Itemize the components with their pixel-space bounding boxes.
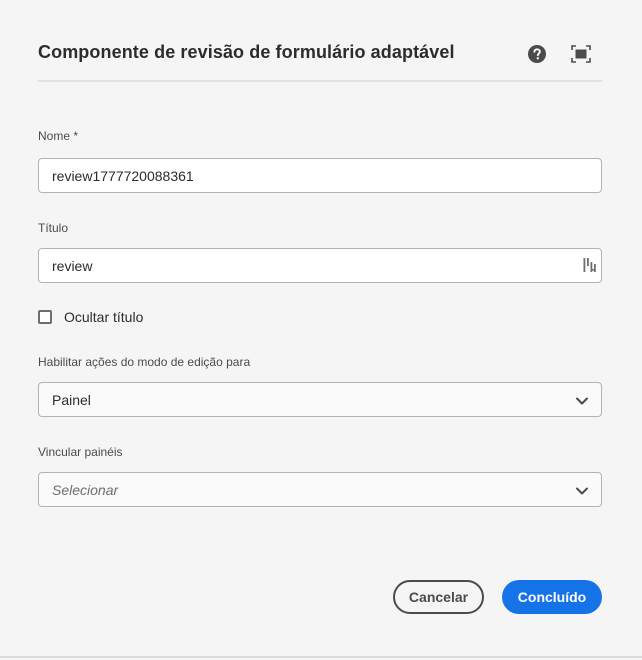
title-input[interactable]: [38, 248, 602, 283]
done-button[interactable]: Concluído: [502, 580, 602, 614]
dialog-header: Componente de revisão de formulário adap…: [38, 30, 602, 82]
name-label: Nome *: [38, 129, 79, 143]
edit-mode-select[interactable]: Painel: [38, 382, 602, 417]
edit-mode-label: Habilitar ações do modo de edição para: [38, 355, 251, 369]
chevron-down-icon: [576, 397, 588, 405]
edit-mode-value: Painel: [52, 392, 91, 408]
title-label: Título: [38, 221, 69, 235]
cancel-button[interactable]: Cancelar: [393, 580, 484, 614]
help-icon[interactable]: [527, 44, 547, 64]
dialog-title: Componente de revisão de formulário adap…: [38, 42, 455, 62]
link-panels-select[interactable]: Selecionar: [38, 472, 602, 507]
hide-title-checkbox-row[interactable]: Ocultar título: [38, 308, 143, 326]
name-input[interactable]: [38, 158, 602, 193]
link-panels-label: Vincular painéis: [38, 445, 123, 459]
hide-title-label: Ocultar título: [64, 309, 144, 325]
link-panels-placeholder: Selecionar: [52, 482, 119, 498]
fullscreen-icon[interactable]: [571, 44, 591, 64]
i18n-icon[interactable]: [583, 257, 597, 273]
chevron-down-icon: [576, 487, 588, 495]
review-component-dialog: Componente de revisão de formulário adap…: [0, 0, 642, 658]
hide-title-checkbox[interactable]: [38, 310, 52, 324]
